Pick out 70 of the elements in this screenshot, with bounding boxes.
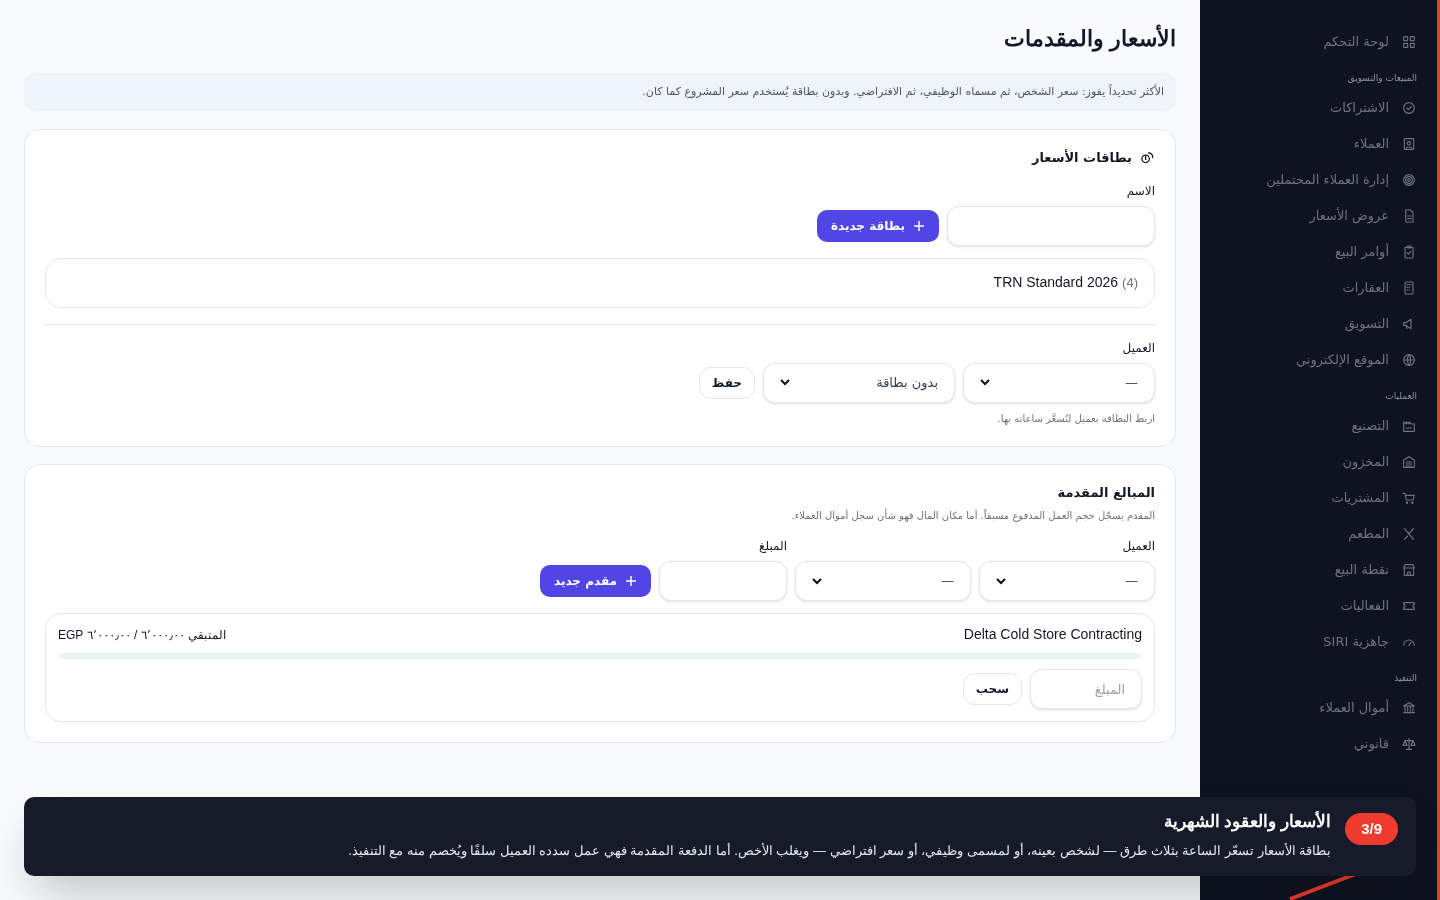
sidebar-item[interactable]: المخزون: [1212, 444, 1417, 480]
caret-icon: [780, 379, 790, 386]
sidebar-item[interactable]: جاهزية SIRI: [1212, 624, 1417, 660]
card-name: TRN Standard 2026: [993, 273, 1119, 292]
building-icon: [1401, 280, 1417, 296]
section-title: المبالغ المقدمة: [1056, 483, 1155, 502]
card-count: (4): [1122, 273, 1138, 292]
tour-text: بطاقة الأسعار تسعّر الساعة بثلاث طرق — لشخص بعينه، أو لمسمى وظيفي، أو سعر افتراضي — ويغلب الأخص. أما الدفعة المقدمة فهي عمل سدده العميل سلفًا ويُخصم منه مع التنفيذ.: [348, 841, 1332, 860]
tour-title: الأسعار والعقود الشهرية: [1162, 810, 1332, 834]
scale-icon: [1401, 736, 1417, 752]
sidebar-item[interactable]: أموال العملاء: [1212, 690, 1417, 726]
sidebar-item[interactable]: نقطة البيع: [1212, 552, 1417, 588]
caret-icon: [996, 577, 1006, 585]
sidebar-item[interactable]: العقارات: [1212, 270, 1417, 306]
clipboard-icon: [1401, 244, 1417, 260]
sidebar-item[interactable]: الاشتراكات: [1212, 90, 1417, 126]
bank-icon: [1401, 700, 1417, 716]
rate-card-item[interactable]: TRN Standard 2026 (4): [45, 257, 1155, 308]
field-label: العميل: [1121, 339, 1155, 357]
sidebar-item[interactable]: المشتريات: [1212, 480, 1417, 516]
select-field[interactable]: —: [979, 561, 1155, 601]
select-field[interactable]: بدون بطاقة: [763, 362, 955, 403]
plus-icon: [913, 219, 925, 232]
caret-icon: [980, 379, 990, 386]
sidebar-item[interactable]: العملاء: [1212, 126, 1417, 162]
remaining-amount: المتبقي ٦٬٠٠٠٫٠٠ / ٦٬٠٠٠٫٠٠ EGP: [58, 626, 227, 644]
withdraw-button[interactable]: سحب: [962, 673, 1022, 705]
new-card-button[interactable]: بطاقة جديدة: [816, 209, 939, 242]
section-title: بطاقات الأسعار: [1031, 148, 1132, 167]
field-label: الاسم: [1125, 182, 1155, 200]
dashboard-icon: [1401, 34, 1417, 50]
sidebar-item[interactable]: المطعم: [1212, 516, 1417, 552]
page-title: الأسعار والمقدمات: [1002, 23, 1176, 54]
sidebar-section-label: التنفيذ: [1393, 672, 1417, 685]
factory-icon: [1401, 418, 1417, 434]
warehouse-icon: [1401, 454, 1417, 470]
sidebar-item[interactable]: لوحة التحكم: [1212, 24, 1417, 60]
save-button[interactable]: حفظ: [698, 366, 755, 399]
new-advance-button[interactable]: مقدم جديد: [540, 565, 651, 597]
sidebar-item[interactable]: إدارة العملاء المحتملين: [1212, 162, 1417, 198]
input-field[interactable]: المبلغ: [1030, 669, 1142, 709]
caret-icon: [812, 577, 822, 585]
sidebar-item[interactable]: أوامر البيع: [1212, 234, 1417, 270]
contact-icon: [1401, 136, 1417, 152]
sidebar-item[interactable]: قانوني: [1212, 726, 1417, 762]
sidebar-item[interactable]: الفعاليات: [1212, 588, 1417, 624]
sidebar-item[interactable]: عروض الأسعار: [1212, 198, 1417, 234]
input-field[interactable]: [659, 561, 787, 601]
step-badge: 3/9: [1345, 813, 1398, 845]
badge-check-icon: [1401, 100, 1417, 116]
sidebar-item[interactable]: الموقع الإلكتروني: [1212, 342, 1417, 378]
select-field[interactable]: —: [795, 561, 971, 601]
globe-icon: [1401, 352, 1417, 368]
field-label: العميل: [1121, 538, 1155, 555]
select-field[interactable]: —: [963, 362, 1155, 403]
sidebar-item[interactable]: التصنيع: [1212, 408, 1417, 444]
info-notice: الأكثر تحديداً يفوز: سعر الشخص، ثم مسماه الوظيفي، ثم الافتراضي. وبدون بطاقة يُستخدم سعر المشروع كما كان.: [24, 73, 1176, 111]
plus-icon: [625, 575, 637, 587]
field-label: المبلغ: [758, 538, 787, 555]
section-subtitle: المقدم يسجّل حجم العمل المدفوع مسبقاً. أما مكان المال فهو شأن سجل أموال العملاء.: [790, 508, 1155, 523]
target-icon: [1401, 172, 1417, 188]
cart-icon: [1401, 490, 1417, 506]
input-field[interactable]: [947, 205, 1155, 246]
store-icon: [1401, 562, 1417, 578]
hint-text: اربط البطاقة بعميل لتُسعَّر ساعاته بها.: [996, 411, 1155, 426]
sidebar-item[interactable]: التسويق: [1212, 306, 1417, 342]
coins-icon: [1140, 150, 1155, 166]
client-name: Delta Cold Store Contracting: [963, 625, 1142, 644]
sidebar-section-label: المبيعات والتسويق: [1346, 72, 1417, 85]
sidebar-section-label: العمليات: [1384, 390, 1417, 403]
